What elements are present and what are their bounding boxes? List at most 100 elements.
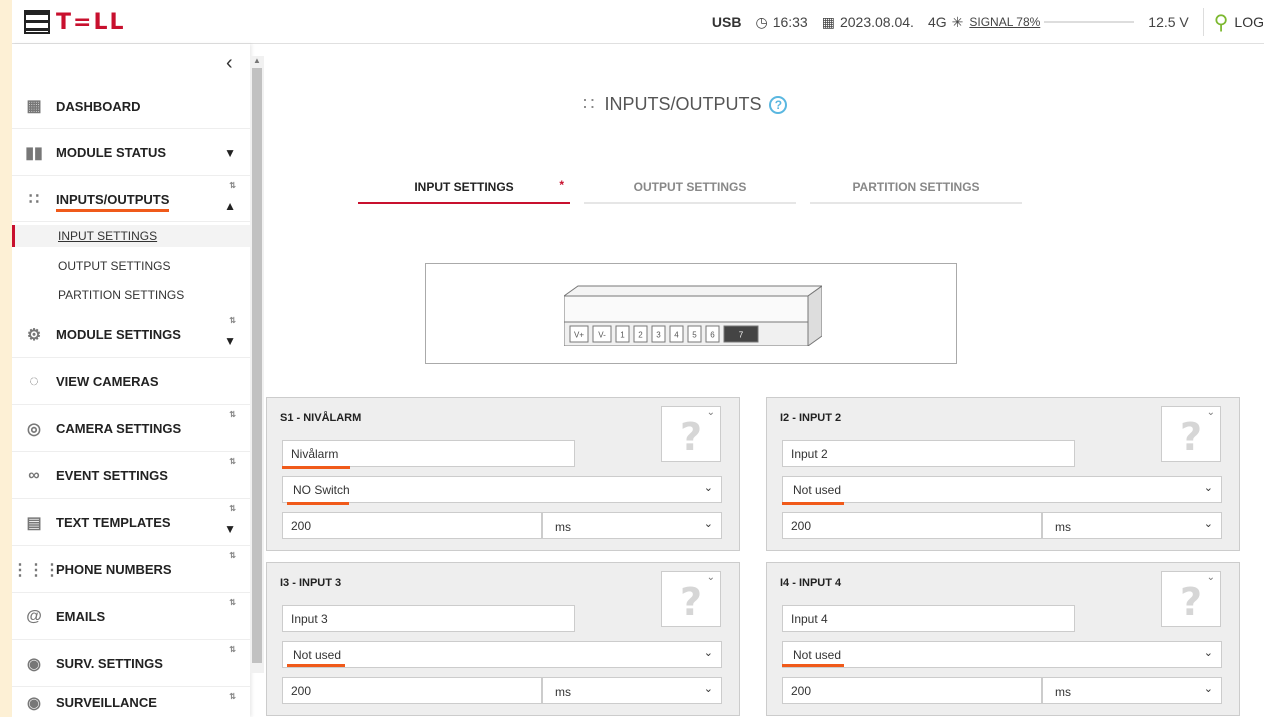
divider	[1202, 8, 1204, 36]
sort-icon: ⇅	[229, 692, 236, 701]
sidebar-item-text-templates[interactable]: ▤ TEXT TEMPLATES ⇅ ▼	[12, 500, 250, 546]
highlight-mark	[287, 502, 349, 505]
delay-field[interactable]: 200	[782, 512, 1042, 539]
clock-icon: ◷	[755, 13, 768, 30]
input-mode-select[interactable]: NO Switch ⌄	[282, 476, 722, 503]
collapse-sidebar-icon[interactable]: ‹	[226, 52, 233, 75]
sidebar-sub-partition-settings[interactable]: PARTITION SETTINGS	[12, 284, 250, 306]
scroll-thumb[interactable]	[252, 68, 262, 663]
help-icon[interactable]: ?	[769, 95, 788, 114]
input-type-picker[interactable]: ? ⌄	[1161, 406, 1221, 462]
input-mode-select[interactable]: Not used ⌄	[782, 476, 1222, 503]
usb-indicator: USB	[711, 14, 742, 30]
signal-value[interactable]: SIGNAL 78%	[969, 15, 1040, 29]
input-name-field[interactable]: Input 4	[782, 605, 1075, 632]
camera-settings-icon: ◎	[27, 420, 41, 438]
input-card-2: I2 - INPUT 2 ? ⌄ Input 2 Not used ⌄ 200 ms…	[766, 397, 1240, 551]
tab-partition-settings[interactable]: PARTITION SETTINGS	[810, 180, 1022, 204]
terminal-group: V+ V- 1 2 3 4 5 6 7	[569, 325, 759, 343]
sidebar-item-surv-settings[interactable]: ◉ SURV. SETTINGS ⇅	[12, 641, 250, 687]
tab-output-settings[interactable]: OUTPUT SETTINGS	[584, 180, 796, 204]
highlight-mark	[287, 664, 345, 667]
input-mode-select[interactable]: Not used ⌄	[782, 641, 1222, 668]
input-type-picker[interactable]: ? ⌄	[661, 571, 721, 627]
chevron-down-icon: ⌄	[1206, 407, 1215, 418]
input-mode-select[interactable]: Not used ⌄	[282, 641, 722, 668]
page-title-text: INPUTS/OUTPUTS	[604, 94, 762, 114]
page-title: ∷ INPUTS/OUTPUTS ?	[583, 94, 788, 115]
sub-label: PARTITION SETTINGS	[58, 288, 185, 302]
chevron-down-icon: ▼	[224, 522, 236, 536]
sidebar-item-label: SURV. SETTINGS	[56, 656, 163, 671]
sidebar-item-module-settings[interactable]: ⚙ MODULE SETTINGS ⇅ ▼	[12, 312, 250, 358]
terminal-label: 4	[674, 331, 679, 340]
terminal-label: 2	[638, 331, 643, 340]
sidebar-item-label: INPUTS/OUTPUTS	[56, 191, 170, 212]
sidebar-sub-output-settings[interactable]: OUTPUT SETTINGS	[12, 255, 250, 277]
delay-field[interactable]: 200	[282, 677, 542, 704]
input-title: S1 - NIVÅLARM	[280, 412, 362, 424]
sidebar-item-label: EMAILS	[56, 609, 106, 624]
sidebar-item-label-wrap: INPUTS/OUTPUTS	[56, 191, 250, 212]
chevron-down-icon: ⌄	[1206, 572, 1215, 583]
input-type-picker[interactable]: ? ⌄	[661, 406, 721, 462]
input-title: I4 - INPUT 4	[780, 577, 842, 589]
logo: T=LL	[56, 10, 126, 35]
input-type-picker[interactable]: ? ⌄	[1161, 571, 1221, 627]
select-value: ms	[1055, 520, 1071, 534]
sidebar-item-event-settings[interactable]: ∞ EVENT SETTINGS ⇅	[12, 453, 250, 499]
delay-field[interactable]: 200	[282, 512, 542, 539]
sidebar-item-emails[interactable]: @ EMAILS ⇅	[12, 594, 250, 640]
select-value: ms	[1055, 685, 1071, 699]
sidebar-item-module-status[interactable]: ▮▮ MODULE STATUS ▼	[12, 130, 250, 176]
sidebar-sub-input-settings[interactable]: INPUT SETTINGS	[12, 225, 250, 247]
select-value: Not used	[793, 483, 842, 497]
terminal-label: 5	[692, 331, 697, 340]
select-value: ms	[555, 685, 571, 699]
input-title: I2 - INPUT 2	[780, 412, 842, 424]
input-title: I3 - INPUT 3	[280, 577, 342, 589]
sidebar-item-inputs-outputs[interactable]: ∷ INPUTS/OUTPUTS ⇅ ▲	[12, 177, 250, 222]
login-button[interactable]: ⚲ LOG	[1214, 10, 1264, 35]
delay-unit-select[interactable]: ms ⌄	[1042, 512, 1222, 539]
sort-icon: ⇅	[229, 181, 236, 190]
terminal-label: V+	[574, 331, 584, 340]
sidebar-item-label: SURVEILLANCE	[56, 695, 157, 710]
sidebar-item-dashboard[interactable]: ▦ DASHBOARD	[12, 84, 250, 129]
select-value: NO Switch	[293, 483, 350, 497]
highlight-mark	[782, 664, 844, 667]
select-value: ms	[555, 520, 571, 534]
top-bar: T=LL USB ◷ 16:33 ▦ 2023.08.04. 4G ✳ SIGN…	[0, 0, 1264, 44]
sidebar-accent	[0, 44, 12, 717]
input-name-field[interactable]: Input 2	[782, 440, 1075, 467]
chevron-up-icon: ▲	[224, 199, 236, 213]
delay-unit-select[interactable]: ms ⌄	[1042, 677, 1222, 704]
sidebar-item-label: CAMERA SETTINGS	[56, 421, 182, 436]
sidebar-scrollbar[interactable]: ▲	[250, 56, 264, 673]
input-name-field[interactable]: Input 3	[282, 605, 575, 632]
device-illustration: V+ V- 1 2 3 4 5 6 7	[564, 285, 822, 346]
tab-input-settings[interactable]: INPUT SETTINGS *	[358, 178, 570, 204]
sort-icon: ⇅	[229, 410, 236, 419]
delay-unit-select[interactable]: ms ⌄	[542, 677, 722, 704]
scroll-up-icon[interactable]: ▲	[253, 56, 261, 65]
date-value: 2023.08.04.	[839, 14, 914, 30]
sidebar-item-phone-numbers[interactable]: ⋮⋮⋮ PHONE NUMBERS ⇅	[12, 547, 250, 593]
question-icon: ?	[680, 415, 703, 459]
chevron-down-icon: ⌄	[703, 683, 713, 695]
keypad-icon: ⋮⋮⋮	[12, 561, 60, 579]
highlight-mark	[282, 466, 350, 469]
key-icon: ⚲	[1213, 11, 1229, 34]
bar-chart-icon: ▮▮	[25, 144, 43, 162]
network-nodes-icon: ∷	[583, 94, 595, 114]
sidebar-item-label: PHONE NUMBERS	[56, 562, 172, 577]
sidebar-item-surveillance[interactable]: ◉ SURVEILLANCE ⇅	[12, 688, 250, 717]
menu-icon[interactable]	[24, 10, 50, 34]
delay-field[interactable]: 200	[782, 677, 1042, 704]
chevron-down-icon: ⌄	[706, 407, 715, 418]
sidebar-item-view-cameras[interactable]: ◌ VIEW CAMERAS	[12, 359, 250, 405]
sidebar-item-camera-settings[interactable]: ◎ CAMERA SETTINGS ⇅	[12, 406, 250, 452]
input-name-field[interactable]: Nivålarm	[282, 440, 575, 467]
delay-unit-select[interactable]: ms ⌄	[542, 512, 722, 539]
chevron-down-icon: ▼	[224, 334, 236, 348]
